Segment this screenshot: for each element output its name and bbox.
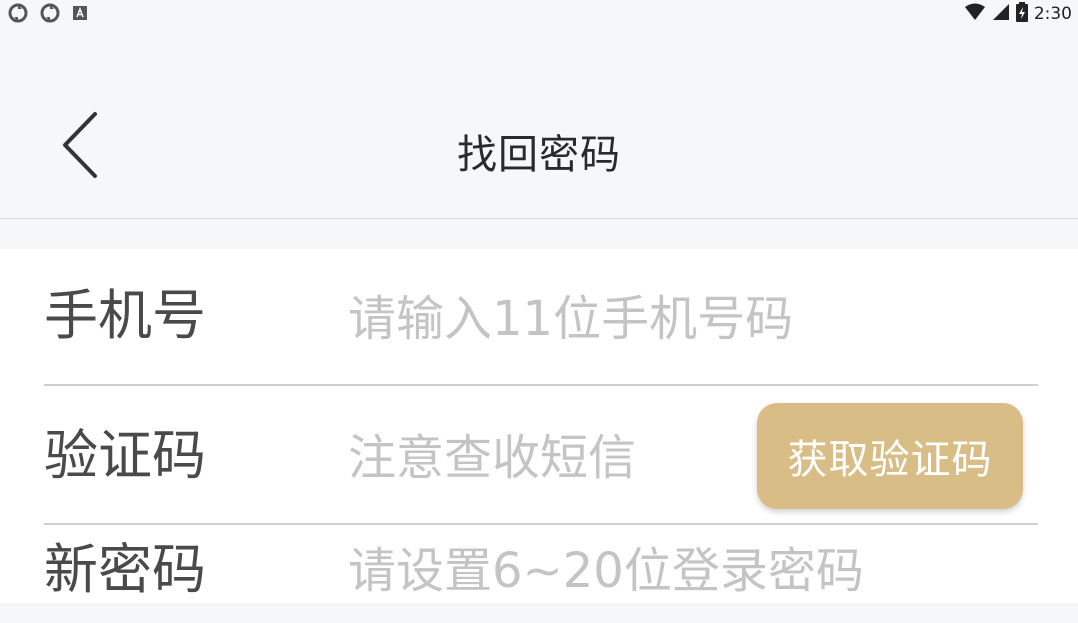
battery-charging-icon	[1015, 2, 1028, 26]
sync-icon	[8, 3, 28, 23]
code-label: 验证码	[44, 424, 206, 487]
status-time: 2:30	[1033, 4, 1072, 24]
phone-label: 手机号	[44, 284, 206, 347]
code-input[interactable]: 注意查收短信	[348, 434, 636, 482]
status-bar: 2:30	[0, 0, 1078, 30]
new-password-input[interactable]: 请设置6~20位登录密码	[348, 547, 864, 595]
divider	[44, 384, 1038, 386]
cell-signal-icon	[992, 3, 1010, 25]
status-left-icons	[8, 3, 88, 23]
status-right-icons: 2:30	[964, 2, 1072, 26]
page-title: 找回密码	[457, 132, 621, 178]
sync-icon	[40, 3, 60, 23]
header: 找回密码	[0, 30, 1078, 219]
phone-input[interactable]: 请输入11位手机号码	[348, 295, 793, 343]
new-password-label: 新密码	[44, 538, 206, 601]
wifi-icon	[964, 3, 986, 25]
get-code-button[interactable]: 获取验证码	[757, 403, 1023, 509]
a-box-icon	[72, 5, 88, 21]
divider	[44, 523, 1038, 525]
recover-password-form: 手机号 请输入11位手机号码 验证码 注意查收短信 获取验证码 新密码 请设置6…	[0, 249, 1078, 603]
